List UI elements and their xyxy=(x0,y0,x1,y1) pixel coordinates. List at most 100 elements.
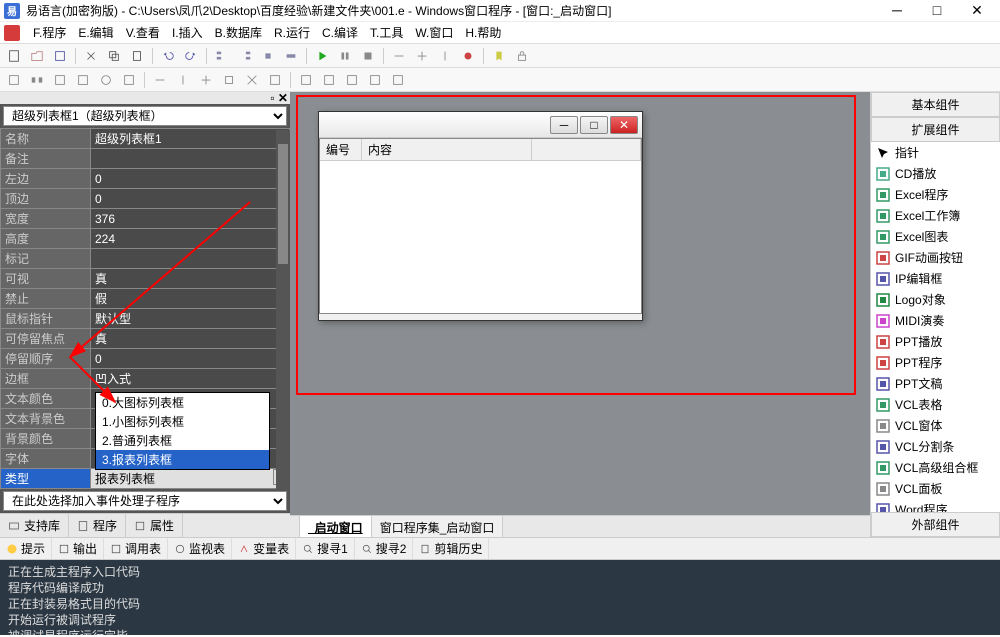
tb2-icon-15[interactable] xyxy=(342,70,362,90)
btab-cliphistory[interactable]: 剪辑历史 xyxy=(413,538,489,559)
tb2-icon-11[interactable] xyxy=(242,70,262,90)
form-titlebar[interactable]: ─ □ ✕ xyxy=(319,112,642,138)
toolbox-item[interactable]: Word程序 xyxy=(871,499,1000,512)
tab-startup-window[interactable]: _启动窗口 xyxy=(300,516,372,537)
toolbox-item[interactable]: PPT程序 xyxy=(871,352,1000,373)
toolbox-tab-basic[interactable]: 基本组件 xyxy=(871,92,1000,117)
tb2-icon-12[interactable] xyxy=(265,70,285,90)
tb-redo-icon[interactable] xyxy=(181,46,201,66)
tb-undo-icon[interactable] xyxy=(158,46,178,66)
prop-label[interactable]: 可视 xyxy=(1,269,91,289)
prop-value[interactable]: 报表列表框▾ xyxy=(91,469,290,489)
prop-value[interactable] xyxy=(91,149,290,169)
tb-cut-icon[interactable] xyxy=(81,46,101,66)
prop-value[interactable]: 假 xyxy=(91,289,290,309)
prop-value[interactable]: 0 xyxy=(91,349,290,369)
tb2-icon-1[interactable] xyxy=(4,70,24,90)
prop-label[interactable]: 字体 xyxy=(1,449,91,469)
menu-program[interactable]: F.程序 xyxy=(28,22,71,43)
prop-label[interactable]: 背景颜色 xyxy=(1,429,91,449)
prop-label[interactable]: 停留顺序 xyxy=(1,349,91,369)
prop-value[interactable]: 真 xyxy=(91,329,290,349)
tb2-icon-16[interactable] xyxy=(365,70,385,90)
listview-col-empty[interactable] xyxy=(532,139,641,160)
tb-align1-icon[interactable] xyxy=(212,46,232,66)
menu-tools[interactable]: T.工具 xyxy=(365,22,408,43)
tb-run-icon[interactable] xyxy=(312,46,332,66)
type-dropdown[interactable]: 0.大图标列表框 1.小图标列表框 2.普通列表框 3.报表列表框 xyxy=(95,392,270,470)
tb-stepover-icon[interactable] xyxy=(389,46,409,66)
menu-insert[interactable]: I.插入 xyxy=(167,22,208,43)
tb2-icon-9[interactable] xyxy=(196,70,216,90)
tb-stop-icon[interactable] xyxy=(358,46,378,66)
toolbox-item[interactable]: CD播放 xyxy=(871,163,1000,184)
tb2-icon-14[interactable] xyxy=(319,70,339,90)
menu-run[interactable]: R.运行 xyxy=(269,22,315,43)
toolbox-item[interactable]: GIF动画按钮 xyxy=(871,247,1000,268)
toolbox-item[interactable]: PPT播放 xyxy=(871,331,1000,352)
btab-vars[interactable]: 变量表 xyxy=(232,538,296,559)
dropdown-item[interactable]: 2.普通列表框 xyxy=(96,431,269,450)
prop-label[interactable]: 高度 xyxy=(1,229,91,249)
tb2-icon-6[interactable] xyxy=(119,70,139,90)
toolbox-item[interactable]: VCL表格 xyxy=(871,394,1000,415)
object-selector[interactable]: 超级列表框1（超级列表框） xyxy=(3,106,287,126)
tb2-icon-17[interactable] xyxy=(388,70,408,90)
toolbox-tab-extended[interactable]: 扩展组件 xyxy=(871,117,1000,142)
prop-value[interactable]: 224 xyxy=(91,229,290,249)
tb-copy-icon[interactable] xyxy=(104,46,124,66)
prop-label[interactable]: 图标对齐方式 xyxy=(1,489,91,490)
menu-window[interactable]: W.窗口 xyxy=(410,22,458,43)
tb2-icon-10[interactable] xyxy=(219,70,239,90)
menu-help[interactable]: H.帮助 xyxy=(460,22,506,43)
toolbox-item[interactable]: 指针 xyxy=(871,142,1000,163)
form-maximize-icon[interactable]: □ xyxy=(580,116,608,134)
btab-search2[interactable]: 搜寻2 xyxy=(355,538,414,559)
listview-col-id[interactable]: 编号 xyxy=(320,139,362,160)
event-selector[interactable]: 在此处选择加入事件处理子程序 xyxy=(3,491,287,511)
tb-paste-icon[interactable] xyxy=(127,46,147,66)
btab-watch[interactable]: 监视表 xyxy=(168,538,232,559)
prop-label[interactable]: 禁止 xyxy=(1,289,91,309)
prop-value[interactable]: 凹入式 xyxy=(91,369,290,389)
toolbox-item[interactable]: VCL分割条 xyxy=(871,436,1000,457)
prop-label[interactable]: 鼠标指针 xyxy=(1,309,91,329)
tab-program[interactable]: 程序 xyxy=(69,514,126,537)
dropdown-item-selected[interactable]: 3.报表列表框 xyxy=(96,450,269,469)
tb-align3-icon[interactable] xyxy=(258,46,278,66)
panel-close-icon[interactable]: ▫ ✕ xyxy=(270,91,288,105)
tb-open-icon[interactable] xyxy=(27,46,47,66)
tb2-icon-5[interactable] xyxy=(96,70,116,90)
prop-value[interactable]: 0 xyxy=(91,189,290,209)
toolbox-item[interactable]: Excel程序 xyxy=(871,184,1000,205)
tab-window-group[interactable]: 窗口程序集_启动窗口 xyxy=(372,516,504,537)
prop-label[interactable]: 文本背景色 xyxy=(1,409,91,429)
toolbox-item[interactable]: IP编辑框 xyxy=(871,268,1000,289)
tb-stepin-icon[interactable] xyxy=(412,46,432,66)
toolbox-item[interactable]: VCL窗体 xyxy=(871,415,1000,436)
prop-value[interactable]: 376 xyxy=(91,209,290,229)
maximize-button[interactable]: □ xyxy=(926,2,948,19)
tb-align4-icon[interactable] xyxy=(281,46,301,66)
toolbox-item[interactable]: Excel工作簿 xyxy=(871,205,1000,226)
listview-header[interactable]: 编号 内容 xyxy=(320,139,641,161)
menu-database[interactable]: B.数据库 xyxy=(210,22,267,43)
tb2-icon-8[interactable] xyxy=(173,70,193,90)
prop-value[interactable] xyxy=(91,249,290,269)
tb2-icon-13[interactable] xyxy=(296,70,316,90)
menu-view[interactable]: V.查看 xyxy=(121,22,165,43)
prop-value[interactable]: 0.大图标列表框 xyxy=(91,489,290,490)
toolbox-item[interactable]: VCL面板 xyxy=(871,478,1000,499)
prop-label[interactable]: 名称 xyxy=(1,129,91,149)
btab-search1[interactable]: 搜寻1 xyxy=(296,538,355,559)
tb-bookmark-icon[interactable] xyxy=(489,46,509,66)
prop-label[interactable]: 宽度 xyxy=(1,209,91,229)
tb-breakpoint-icon[interactable] xyxy=(458,46,478,66)
tab-support-lib[interactable]: 支持库 xyxy=(0,514,69,537)
prop-label[interactable]: 标记 xyxy=(1,249,91,269)
toolbox-tab-external[interactable]: 外部组件 xyxy=(871,512,1000,537)
form-minimize-icon[interactable]: ─ xyxy=(550,116,578,134)
dropdown-item[interactable]: 0.大图标列表框 xyxy=(96,393,269,412)
tb-align2-icon[interactable] xyxy=(235,46,255,66)
tb2-icon-4[interactable] xyxy=(73,70,93,90)
